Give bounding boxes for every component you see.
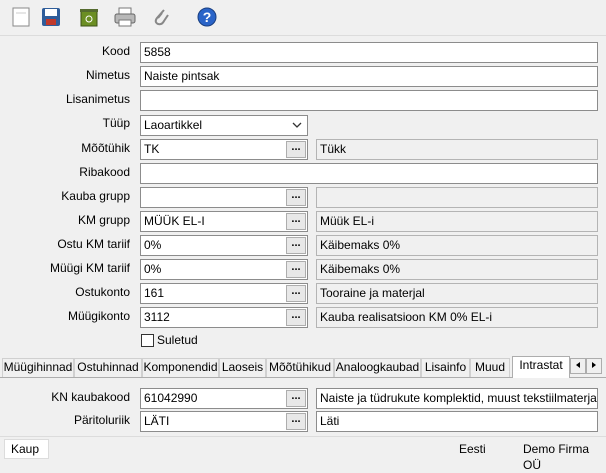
tab-scroll-left-button[interactable] xyxy=(570,358,586,374)
save-icon[interactable] xyxy=(40,6,62,28)
kauba-grupp-field[interactable]: ... xyxy=(140,187,308,208)
kn-kaubakood-value: 61042990 xyxy=(144,391,198,405)
recycle-icon[interactable] xyxy=(78,6,100,28)
chevron-down-icon xyxy=(292,122,302,128)
triangle-right-icon xyxy=(592,362,596,368)
tab-lisainfo[interactable]: Lisainfo xyxy=(421,358,470,377)
nimetus-field[interactable]: Naiste pintsak xyxy=(140,66,598,87)
ostukonto-field[interactable]: 161 ... xyxy=(140,283,308,304)
suletud-checkbox[interactable] xyxy=(141,334,154,347)
kauba-grupp-label: Kauba grupp xyxy=(61,189,130,203)
tab-komponendid[interactable]: Komponendid xyxy=(142,358,219,377)
paritoluriik-lookup-button[interactable]: ... xyxy=(286,413,306,430)
toolbar: ? xyxy=(0,0,606,35)
tab-myygihinnad[interactable]: Müügihinnad xyxy=(2,358,74,377)
myygikonto-value: 3112 xyxy=(144,310,170,324)
kn-kaubakood-field[interactable]: 61042990 ... xyxy=(140,388,308,409)
km-grupp-field[interactable]: MÜÜK EL-I ... xyxy=(140,211,308,232)
print-icon[interactable] xyxy=(114,6,136,28)
ribakood-field[interactable] xyxy=(140,163,598,184)
status-company: Demo Firma OÜ xyxy=(523,442,590,472)
tyyp-select[interactable]: Laoartikkel xyxy=(140,115,308,136)
status-language: Eesti xyxy=(459,442,486,456)
tab-scroll-right-button[interactable] xyxy=(586,358,602,374)
ostukonto-label: Ostukonto xyxy=(75,285,130,299)
tyyp-label: Tüüp xyxy=(102,116,130,130)
myygi-km-value: 0% xyxy=(144,262,162,276)
mootyhik-value: TK xyxy=(144,142,160,156)
status-bar: Kaup Eesti Demo Firma OÜ xyxy=(0,436,606,472)
help-icon-glyph: ? xyxy=(203,9,212,25)
myygi-km-description: Käibemaks 0% xyxy=(316,259,598,280)
paritoluriik-label: Päritoluriik xyxy=(73,413,130,427)
tab-strip: Müügihinnad Ostuhinnad Komponendid Laose… xyxy=(0,356,606,378)
ostukonto-value: 161 xyxy=(144,286,165,300)
km-grupp-label: KM grupp xyxy=(77,213,130,227)
tab-intrastat[interactable]: Intrastat xyxy=(512,356,570,378)
triangle-left-icon xyxy=(576,362,580,368)
myygi-km-lookup-button[interactable]: ... xyxy=(286,261,306,278)
lisanimetus-field[interactable] xyxy=(140,90,598,111)
kood-field[interactable]: 5858 xyxy=(140,42,598,63)
paritoluriik-description: Läti xyxy=(316,411,598,432)
myygikonto-lookup-button[interactable]: ... xyxy=(286,309,306,326)
myygikonto-label: Müügikonto xyxy=(67,309,130,323)
tab-muud[interactable]: Muud xyxy=(470,358,510,377)
mootyhik-description: Tükk xyxy=(316,139,598,160)
tab-mootyhikud[interactable]: Mõõtühikud xyxy=(266,358,334,377)
ribakood-label: Ribakood xyxy=(79,165,130,179)
myygikonto-description: Kauba realisatsioon KM 0% EL-i xyxy=(316,307,598,328)
lisanimetus-label: Lisanimetus xyxy=(65,92,130,106)
ostu-km-field[interactable]: 0% ... xyxy=(140,235,308,256)
status-record-type: Kaup xyxy=(4,439,49,459)
new-icon[interactable] xyxy=(10,6,32,28)
mootyhik-lookup-button[interactable]: ... xyxy=(286,141,306,158)
help-icon[interactable]: ? xyxy=(196,6,218,28)
km-grupp-value: MÜÜK EL-I xyxy=(144,214,205,228)
ostu-km-label: Ostu KM tariif xyxy=(57,237,130,251)
mootyhik-field[interactable]: TK ... xyxy=(140,139,308,160)
ostu-km-value: 0% xyxy=(144,238,162,252)
kn-kaubakood-description: Naiste ja tüdrukute komplektid, muust te… xyxy=(316,388,598,409)
ostu-km-lookup-button[interactable]: ... xyxy=(286,237,306,254)
ostukonto-lookup-button[interactable]: ... xyxy=(286,285,306,302)
myygi-km-label: Müügi KM tariif xyxy=(49,261,130,275)
paritoluriik-field[interactable]: LÄTI ... xyxy=(140,411,308,432)
tab-laoseis[interactable]: Laoseis xyxy=(219,358,266,377)
kn-kaubakood-label: KN kaubakood xyxy=(51,390,130,404)
ostukonto-description: Tooraine ja materjal xyxy=(316,283,598,304)
nimetus-label: Nimetus xyxy=(85,68,130,82)
tyyp-value: Laoartikkel xyxy=(144,118,203,132)
kood-label: Kood xyxy=(101,44,130,58)
myygi-km-field[interactable]: 0% ... xyxy=(140,259,308,280)
paritoluriik-value: LÄTI xyxy=(144,414,170,428)
kn-kaubakood-lookup-button[interactable]: ... xyxy=(286,390,306,407)
attach-icon[interactable] xyxy=(150,6,172,28)
mootyhik-label: Mõõtühik xyxy=(81,141,130,155)
tab-analoogkaubad[interactable]: Analoogkaubad xyxy=(334,358,421,377)
suletud-label: Suletud xyxy=(157,333,198,347)
myygikonto-field[interactable]: 3112 ... xyxy=(140,307,308,328)
kauba-grupp-description xyxy=(316,187,598,208)
km-grupp-description: Müük EL-i xyxy=(316,211,598,232)
item-form: Kood 5858 Nimetus Naiste pintsak Lisanim… xyxy=(0,35,606,355)
tab-ostuhinnad[interactable]: Ostuhinnad xyxy=(74,358,142,377)
kauba-grupp-lookup-button[interactable]: ... xyxy=(286,189,306,206)
km-grupp-lookup-button[interactable]: ... xyxy=(286,213,306,230)
ostu-km-description: Käibemaks 0% xyxy=(316,235,598,256)
intrastat-panel: KN kaubakood 61042990 ... Naiste ja tüdr… xyxy=(0,377,606,433)
